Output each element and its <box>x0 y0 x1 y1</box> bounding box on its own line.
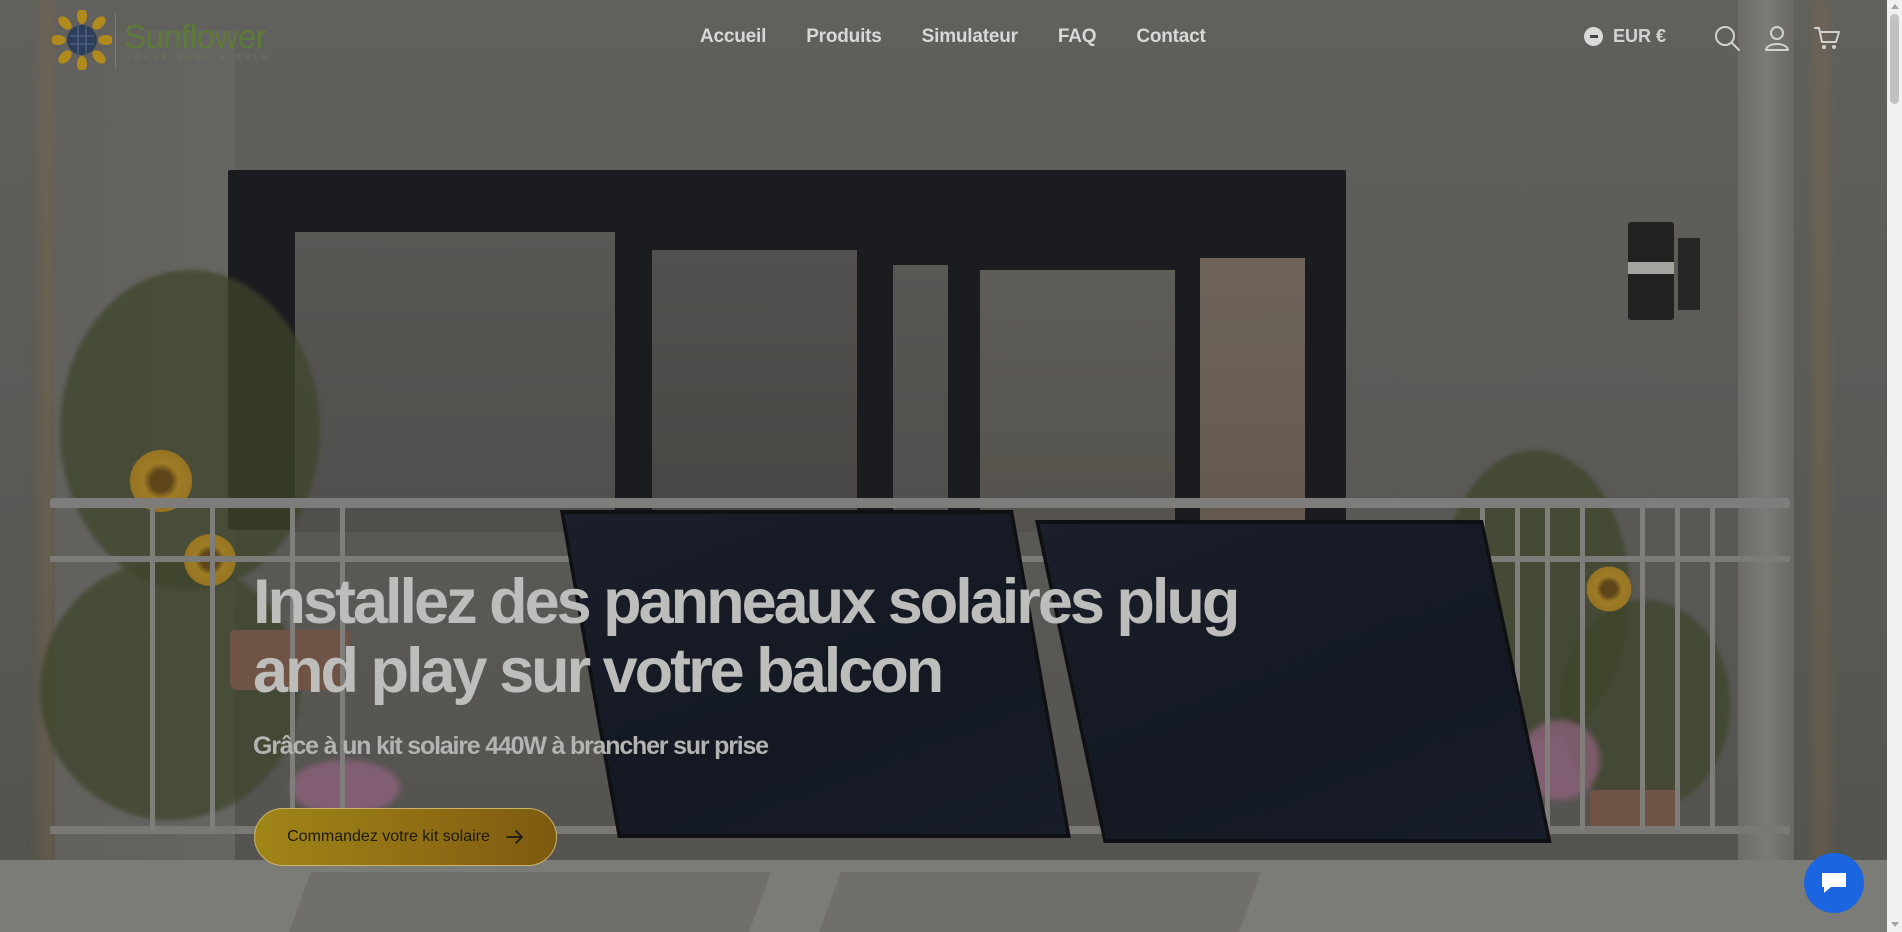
page-scrollbar[interactable] <box>1887 0 1902 932</box>
currency-label: EUR € <box>1613 26 1667 46</box>
scrollbar-thumb[interactable] <box>1890 14 1899 104</box>
nav-item-accueil[interactable]: Accueil <box>700 26 766 48</box>
hero-title: Installez des panneaux solaires plug and… <box>253 568 1303 706</box>
logo-divider <box>115 13 116 69</box>
order-kit-button-label: Commandez votre kit solaire <box>287 828 490 845</box>
scroll-down-arrow-icon[interactable] <box>1891 922 1899 927</box>
sunflower-logo-icon <box>52 10 112 70</box>
brand-logo[interactable]: Sunflower SOLAR MADE SIMPLE <box>48 6 278 74</box>
order-kit-button[interactable]: Commandez votre kit solaire <box>254 808 557 866</box>
brand-tagline: SOLAR MADE SIMPLE <box>126 54 271 61</box>
nav-item-produits[interactable]: Produits <box>806 26 882 48</box>
chat-bubble-icon <box>1822 873 1846 893</box>
hero-banner: Installez des panneaux solaires plug and… <box>0 0 1887 932</box>
hero-title-line-1: Installez des panneaux solaires plug <box>253 567 1240 637</box>
nav-item-faq[interactable]: FAQ <box>1058 26 1097 48</box>
cart-icon[interactable] <box>1813 24 1841 52</box>
hero-subtitle: Grâce à un kit solaire 440W à brancher s… <box>253 732 769 760</box>
nav-item-contact[interactable]: Contact <box>1136 26 1206 48</box>
hero-title-line-2: and play sur votre balcon <box>253 636 944 706</box>
arrow-right-icon <box>505 830 523 844</box>
brand-name: Sunflower <box>124 18 267 55</box>
currency-icon <box>1584 27 1603 46</box>
hero-dim-overlay <box>0 0 1887 932</box>
currency-selector[interactable]: EUR € <box>1584 26 1666 47</box>
chat-button[interactable] <box>1804 853 1864 913</box>
site-header: Sunflower SOLAR MADE SIMPLE Accueil Prod… <box>0 0 1887 80</box>
main-nav: Accueil Produits Simulateur FAQ Contact <box>700 26 1206 48</box>
search-icon[interactable] <box>1713 24 1741 52</box>
nav-item-simulateur[interactable]: Simulateur <box>922 26 1018 48</box>
account-icon[interactable] <box>1763 24 1791 52</box>
scroll-up-arrow-icon[interactable] <box>1891 4 1899 9</box>
